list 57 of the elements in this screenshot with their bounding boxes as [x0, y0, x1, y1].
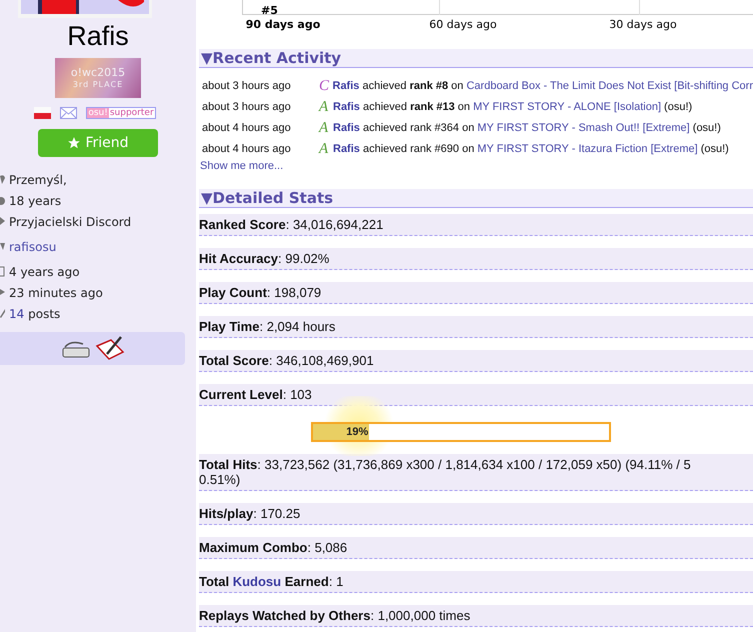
activity-text: Rafis achieved rank #13 on MY FIRST STORY - ALONE [Isolation] (osu!): [333, 100, 692, 115]
info-text: 4 years ago: [9, 264, 80, 280]
show-more-link[interactable]: Show me more...: [199, 160, 284, 173]
beatmap-link[interactable]: MY FIRST STORY - Itazura Fiction [Extreme]: [477, 143, 698, 155]
beatmap-link[interactable]: MY FIRST STORY - Smash Out!! [Extreme]: [477, 122, 690, 134]
stat-text: Ranked Score: 34,016,694,221: [199, 217, 384, 232]
user-link[interactable]: Rafis: [333, 122, 360, 134]
user-link[interactable]: Rafis: [333, 101, 360, 113]
stat-text: Play Count: 198,079: [199, 285, 322, 300]
activity-time: about 3 hours ago: [201, 79, 292, 94]
info-text[interactable]: rafisosu: [9, 238, 56, 256]
badge-title: o!wc2015: [70, 66, 126, 79]
kudosu-link[interactable]: Kudosu: [232, 574, 282, 589]
stat-text: Hits/play: 170.25: [199, 506, 300, 521]
badge-subtitle: 3rd PLACE: [72, 79, 124, 90]
star-icon: [67, 136, 82, 150]
username: Rafis: [67, 20, 129, 53]
stat-text: Maximum Combo: 5,086: [199, 540, 348, 555]
activity-time: about 4 hours ago: [201, 121, 292, 136]
stat-text: Total Hits: 33,723,562 (31,736,869 x300 / 1,814,634 x100 / 172,059 x50) (94.11% / 5: [199, 457, 691, 472]
activity-text: Rafis achieved rank #8 on Cardboard Box - The Limit Does Not Exist [Bit-shifting Corr: [332, 79, 753, 94]
axis-label: 30 days ago: [609, 18, 677, 32]
axis-label: 90 days ago: [246, 18, 320, 32]
stat-text: Hit Accuracy: 99.02%: [199, 251, 330, 266]
grade-icon: A: [319, 118, 333, 139]
grade-icon: A: [319, 97, 333, 118]
rank-label: #5: [261, 5, 278, 17]
activity-time: about 3 hours ago: [201, 100, 292, 115]
drawing-tablet-icon: [94, 336, 124, 362]
grade-icon: C: [319, 76, 332, 97]
stat-text: Total Kudosu Earned: 1: [199, 574, 344, 589]
stat-text: Total Score: 346,108,469,901: [199, 353, 374, 368]
mail-icon[interactable]: [60, 107, 78, 119]
stat-text: Current Level: 103: [199, 387, 312, 402]
info-text: 23 minutes ago: [9, 284, 103, 302]
stat-text: Play Time: 2,094 hours: [199, 319, 336, 334]
user-link[interactable]: Rafis: [332, 80, 360, 92]
stat-text: Replays Watched by Others: 1,000,000 times: [199, 608, 470, 623]
activity-time: about 4 hours ago: [201, 142, 292, 157]
activity-text: Rafis achieved rank #364 on MY FIRST STORY - Smash Out!! [Extreme] (osu!): [333, 121, 721, 136]
axis-label: 60 days ago: [429, 18, 497, 32]
activity-text: Rafis achieved rank #690 on MY FIRST STORY - Itazura Fiction [Extreme] (osu!): [333, 142, 729, 157]
posts-link[interactable]: 14: [9, 306, 24, 320]
post-count: 14 posts: [9, 306, 60, 322]
section-header: ▼Detailed Stats: [199, 189, 753, 208]
info-text: Przemyśl,: [9, 172, 67, 188]
user-link[interactable]: Rafis: [333, 143, 360, 155]
level-percent: 19%: [346, 424, 368, 440]
section-header: ▼Recent Activity: [199, 49, 753, 68]
flag-icon: [34, 107, 52, 119]
info-text: 18 years: [9, 192, 62, 210]
beatmap-link[interactable]: Cardboard Box - The Limit Does Not Exist [Bit-shifting Corr: [466, 80, 753, 92]
grade-icon: A: [319, 139, 333, 160]
beatmap-link[interactable]: MY FIRST STORY - ALONE [Isolation]: [473, 101, 661, 113]
supporter-tag: osu! supporter: [86, 107, 156, 119]
stat-text: 0.51%): [199, 472, 240, 487]
info-text: Przyjacielski Discord: [9, 214, 132, 230]
